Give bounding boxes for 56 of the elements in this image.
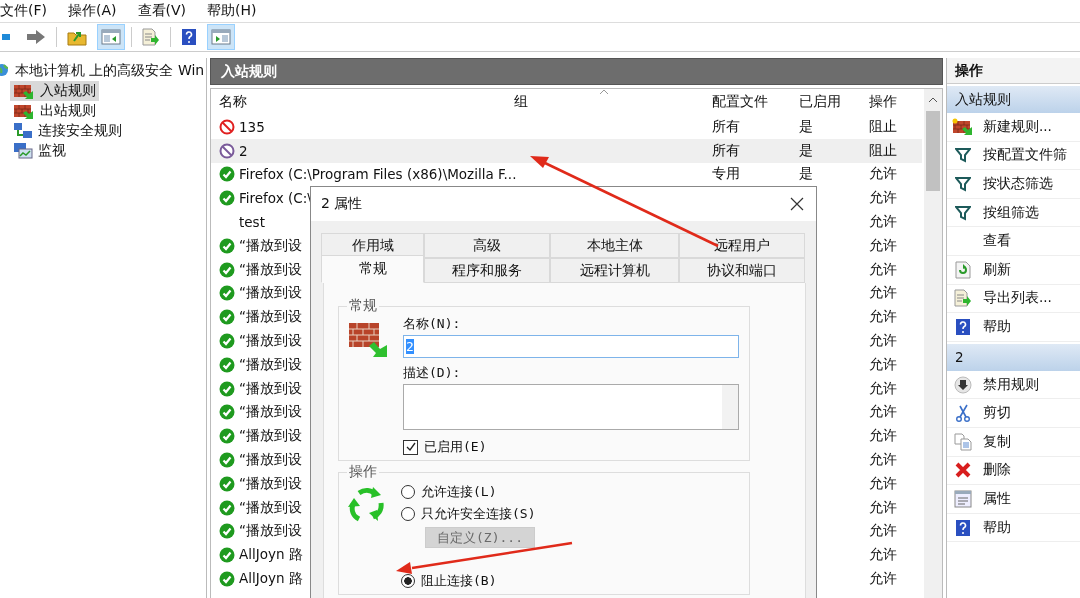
table-cell: “播放到设 xyxy=(239,498,302,517)
table-cell: “播放到设 xyxy=(239,260,302,279)
field-label: 描述(D): xyxy=(403,364,461,382)
table-cell: 允许 xyxy=(869,213,897,232)
dialog-title: 2 属性 xyxy=(321,195,363,213)
table-cell: AllJoyn 路 xyxy=(239,546,303,565)
table-cell: 是 xyxy=(799,165,813,184)
group-title: 常规 xyxy=(348,297,378,315)
table-cell: 是 xyxy=(799,141,813,160)
checkbox-label: 已启用(E) xyxy=(424,438,487,456)
table-cell: 专用 xyxy=(712,165,740,184)
table-cell: 允许 xyxy=(869,284,897,303)
panel-title: 入站规则 xyxy=(210,58,943,85)
group-title: 操作 xyxy=(348,463,378,481)
panel-title: 操作 xyxy=(947,58,1080,84)
table-cell: test xyxy=(239,214,265,231)
table-cell: 135 xyxy=(239,118,265,135)
table-cell: 允许 xyxy=(869,236,897,255)
table-cell: “播放到设 xyxy=(239,379,302,398)
table-cell: “播放到设 xyxy=(239,451,302,470)
table-cell: 允许 xyxy=(869,451,897,470)
table-cell: 允许 xyxy=(869,189,897,208)
table-cell: 允许 xyxy=(869,355,897,374)
table-cell: “播放到设 xyxy=(239,284,302,303)
table-cell: 允许 xyxy=(869,546,897,565)
radio-label: 阻止连接(B) xyxy=(421,572,497,590)
table-cell: “播放到设 xyxy=(239,522,302,541)
table-cell: “播放到设 xyxy=(239,355,302,374)
table-cell: 允许 xyxy=(869,474,897,493)
table-cell: 所有 xyxy=(712,117,740,136)
table-cell: 允许 xyxy=(869,165,897,184)
table-cell: 阻止 xyxy=(869,117,897,136)
radio-label: 允许连接(L) xyxy=(421,483,497,501)
table-cell: “播放到设 xyxy=(239,403,302,422)
table-cell: 允许 xyxy=(869,379,897,398)
table-cell: 阻止 xyxy=(869,141,897,160)
table-cell: “播放到设 xyxy=(239,236,302,255)
table-cell: “播放到设 xyxy=(239,427,302,446)
table-cell: 允许 xyxy=(869,403,897,422)
table-cell: 所有 xyxy=(712,141,740,160)
table-cell: “播放到设 xyxy=(239,308,302,327)
table-cell: AllJoyn 路 xyxy=(239,570,303,589)
table-cell: “播放到设 xyxy=(239,332,302,351)
table-cell: 允许 xyxy=(869,308,897,327)
table-cell: 是 xyxy=(799,117,813,136)
table-cell: 2 xyxy=(239,142,248,159)
table-cell: 允许 xyxy=(869,427,897,446)
radio-label: 只允许安全连接(S) xyxy=(421,505,536,523)
table-cell: Firefox (C:\Program Files (x86)\Mozilla F... xyxy=(239,166,517,183)
table-cell: 允许 xyxy=(869,570,897,589)
field-label: 名称(N): xyxy=(403,315,461,333)
table-cell: 允许 xyxy=(869,522,897,541)
table-cell: 允许 xyxy=(869,332,897,351)
table-cell: “播放到设 xyxy=(239,474,302,493)
table-cell: 允许 xyxy=(869,260,897,279)
table-cell: 允许 xyxy=(869,498,897,517)
